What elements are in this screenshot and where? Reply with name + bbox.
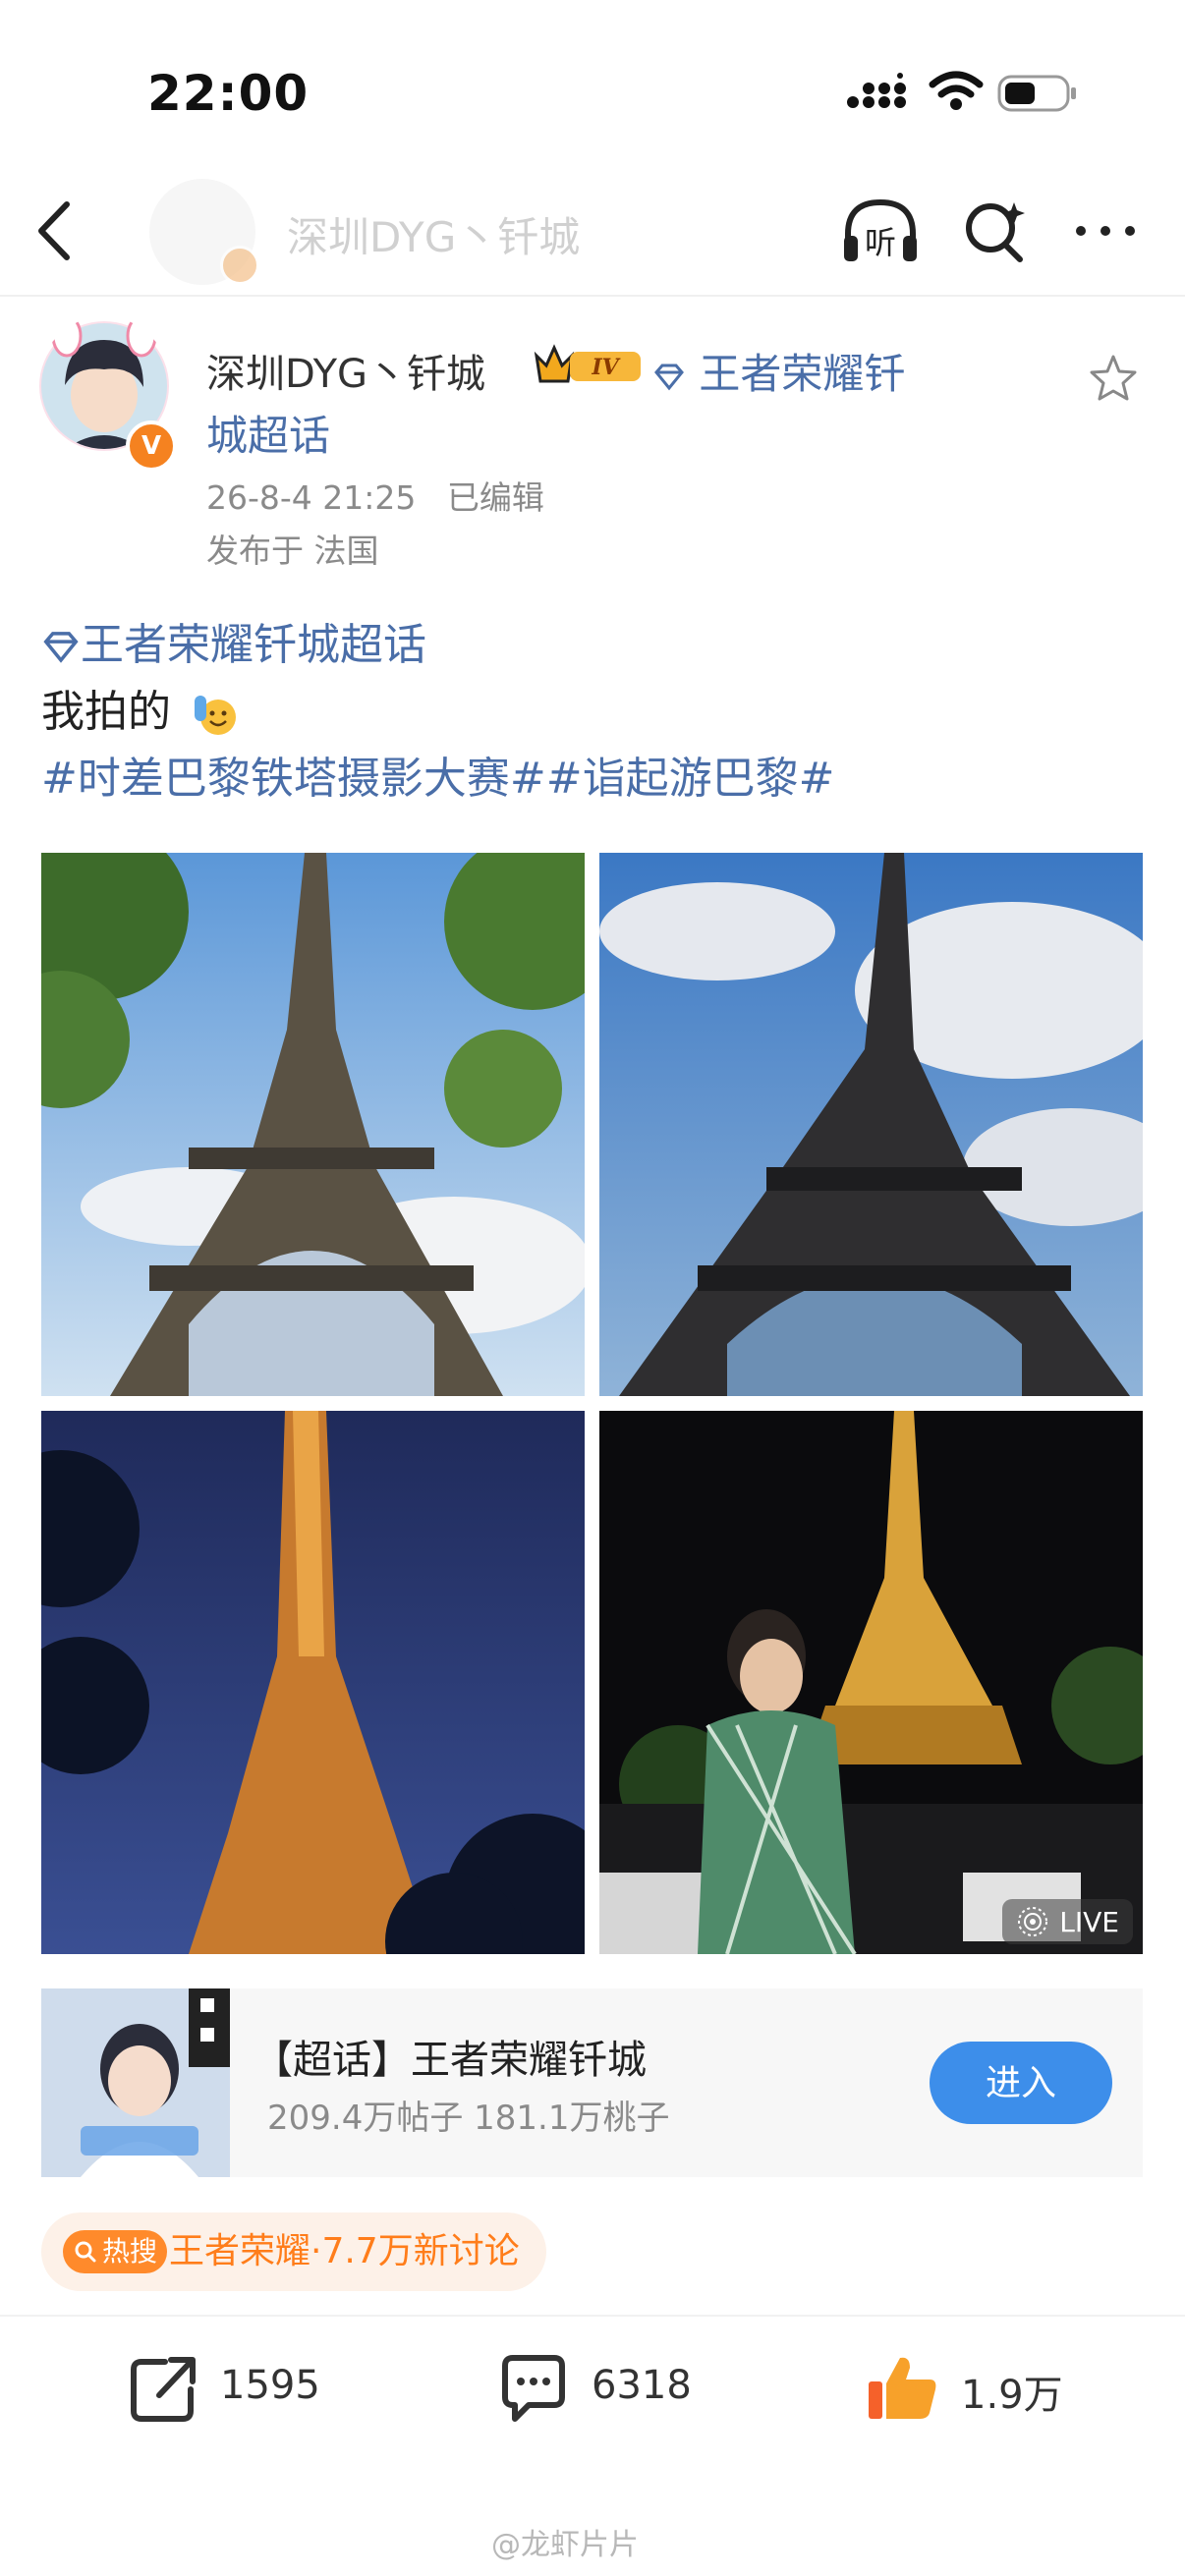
supertopic-card-title[interactable]: 【超话】王者荣耀钎城 <box>254 2028 647 2085</box>
watermark: @龙虾片片 <box>491 2528 639 2562</box>
supertopic-link-text[interactable]: 王者荣耀钎 <box>699 350 905 398</box>
repost-count[interactable]: 1595 <box>220 2363 320 2408</box>
diamond-icon <box>654 364 684 390</box>
repost-icon[interactable] <box>126 2350 202 2427</box>
comment-count[interactable]: 6318 <box>592 2363 692 2408</box>
post-location: 发布于 法国 <box>206 532 379 570</box>
nav-title[interactable]: 深圳DYG丶钎城 <box>287 204 580 264</box>
body-text: 我拍的 <box>41 676 240 739</box>
wifi-icon <box>929 71 984 110</box>
body-supertopic-link[interactable]: 王者荣耀钎城超话 <box>41 609 426 672</box>
live-photo-icon <box>1018 1907 1048 1936</box>
more-options-icon[interactable] <box>1071 221 1140 241</box>
battery-icon <box>997 75 1076 112</box>
supertopic-card-stats: 209.4万帖子 181.1万桃子 <box>267 2099 670 2138</box>
author-name[interactable]: 深圳DYG丶钎城 <box>206 342 485 399</box>
like-count[interactable]: 1.9万 <box>961 2363 1063 2420</box>
photo-4-live[interactable]: LIVE <box>599 1411 1143 1954</box>
listen-button[interactable]: 听 <box>840 196 921 267</box>
supertopic-card-image[interactable] <box>41 1988 230 2177</box>
action-bar-divider <box>0 2315 1185 2317</box>
member-level-badge: IV <box>534 344 641 383</box>
nav-divider <box>0 295 1185 297</box>
listen-label: 听 <box>865 224 896 261</box>
nav-verified-badge <box>220 246 259 285</box>
cellular-signal-icon <box>847 73 906 108</box>
body-text-content: 我拍的 <box>41 687 171 737</box>
favorite-star-icon[interactable] <box>1087 352 1140 405</box>
live-badge: LIVE <box>1002 1899 1133 1944</box>
diamond-icon <box>43 632 79 663</box>
headphones-icon: 听 <box>844 198 917 261</box>
search-icon <box>75 2241 96 2263</box>
enter-supertopic-button[interactable]: 进入 <box>930 2042 1112 2124</box>
supertopic-link[interactable]: 王者荣耀钎 <box>652 342 947 407</box>
hot-search-tag-label: 热搜 <box>102 2235 158 2268</box>
post-timestamp: 26-8-4 21:25 <box>206 478 417 517</box>
verified-badge: V <box>126 420 177 472</box>
svg-text:IV: IV <box>591 355 620 380</box>
waving-emoji-icon <box>195 696 236 735</box>
supertopic-link-cont[interactable]: 城超话 <box>206 403 330 463</box>
post-meta: 26-8-4 21:25 已编辑 <box>206 472 544 519</box>
comment-icon[interactable] <box>495 2350 572 2427</box>
edited-label: 已编辑 <box>446 478 544 517</box>
photo-1[interactable] <box>41 853 585 1396</box>
photo-3[interactable] <box>41 1411 585 1954</box>
photo-2[interactable] <box>599 853 1143 1396</box>
like-thumb-icon[interactable] <box>865 2350 941 2427</box>
back-icon[interactable] <box>29 196 79 265</box>
search-icon[interactable] <box>961 196 1030 265</box>
status-time: 22:00 <box>147 65 310 122</box>
live-label: LIVE <box>1059 1905 1119 1938</box>
body-supertopic-text[interactable]: 王者荣耀钎城超话 <box>81 620 426 670</box>
body-hashtags[interactable]: #时差巴黎铁塔摄影大赛##诣起游巴黎# <box>41 743 834 806</box>
hot-search-tag: 热搜 <box>63 2230 168 2273</box>
hot-search-text[interactable]: 王者荣耀·7.7万新讨论 <box>169 2230 520 2273</box>
